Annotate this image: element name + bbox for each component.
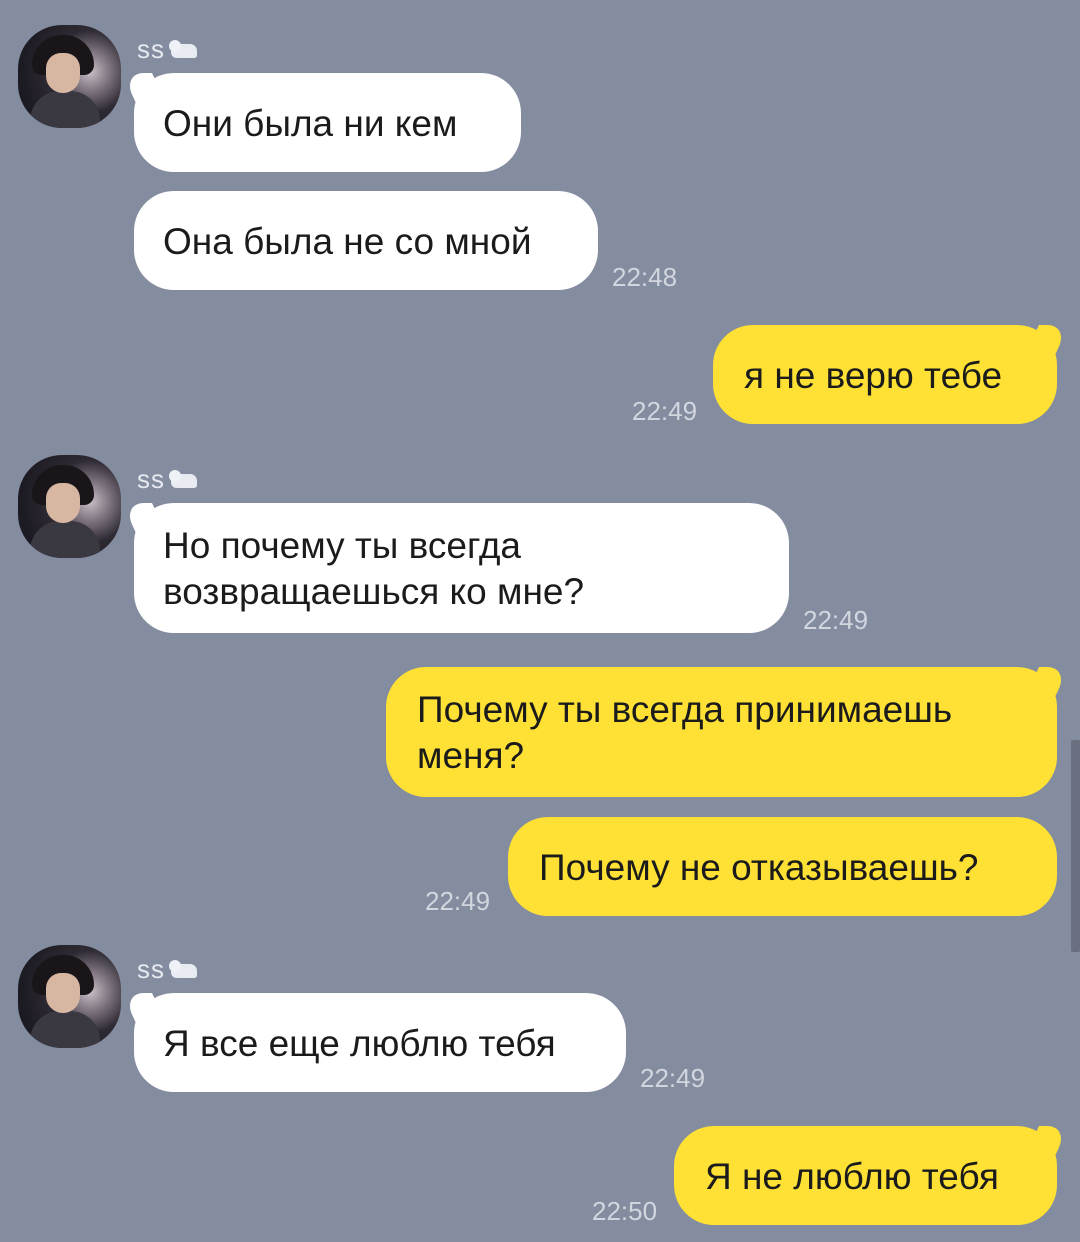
sender-name: ss <box>137 464 197 495</box>
sender-name-text: ss <box>137 34 165 64</box>
sender-avatar[interactable] <box>18 455 121 558</box>
message-bubble-outgoing[interactable]: Почему не отказываешь? <box>508 817 1057 916</box>
sender-name: ss <box>137 34 197 65</box>
message-timestamp: 22:48 <box>612 262 678 292</box>
seal-icon <box>167 960 197 980</box>
message-text: я не верю тебе <box>744 355 1003 396</box>
avatar-photo-face <box>46 53 80 93</box>
sender-name-text: ss <box>137 464 165 494</box>
sender-avatar[interactable] <box>18 945 121 1048</box>
message-text: Я не люблю тебя <box>705 1156 999 1197</box>
message-text: Я все еще люблю тебя <box>163 1023 556 1064</box>
sender-name: ss <box>137 954 197 985</box>
message-text: Они была ни кем <box>163 103 458 144</box>
sender-name-text: ss <box>137 954 165 984</box>
message-timestamp: 22:49 <box>640 1063 706 1093</box>
avatar-photo-face <box>46 483 80 523</box>
avatar-photo-body <box>30 1011 100 1048</box>
avatar-photo-body <box>30 91 100 128</box>
message-bubble-outgoing[interactable]: Почему ты всегда принимаешь меня? <box>386 667 1057 797</box>
message-bubble-incoming[interactable]: Они была ни кем <box>134 73 521 172</box>
message-text-line: Почему ты всегда принимаешь <box>417 689 953 730</box>
message-text-line: возвращаешься ко мне? <box>163 571 585 612</box>
message-timestamp: 22:49 <box>803 605 869 635</box>
message-text-line: меня? <box>417 735 525 776</box>
avatar-photo-face <box>46 973 80 1013</box>
message-bubble-outgoing[interactable]: Я не люблю тебя <box>674 1126 1057 1225</box>
message-timestamp: 22:49 <box>632 396 698 426</box>
message-text: Почему не отказываешь? <box>539 847 979 888</box>
sender-avatar[interactable] <box>18 25 121 128</box>
message-text: Она была не со мной <box>163 221 532 262</box>
scrollbar[interactable] <box>1071 740 1080 952</box>
message-text-line: Но почему ты всегда <box>163 525 522 566</box>
message-bubble-outgoing[interactable]: я не верю тебе <box>713 325 1057 424</box>
message-timestamp: 22:49 <box>425 886 491 916</box>
avatar-photo-body <box>30 521 100 558</box>
message-bubble-incoming[interactable]: Она была не со мной <box>134 191 598 290</box>
seal-icon <box>167 40 197 60</box>
seal-icon <box>167 470 197 490</box>
message-bubble-incoming[interactable]: Но почему ты всегда возвращаешься ко мне… <box>134 503 789 633</box>
message-bubble-incoming[interactable]: Я все еще люблю тебя <box>134 993 626 1092</box>
message-timestamp: 22:50 <box>592 1196 658 1226</box>
